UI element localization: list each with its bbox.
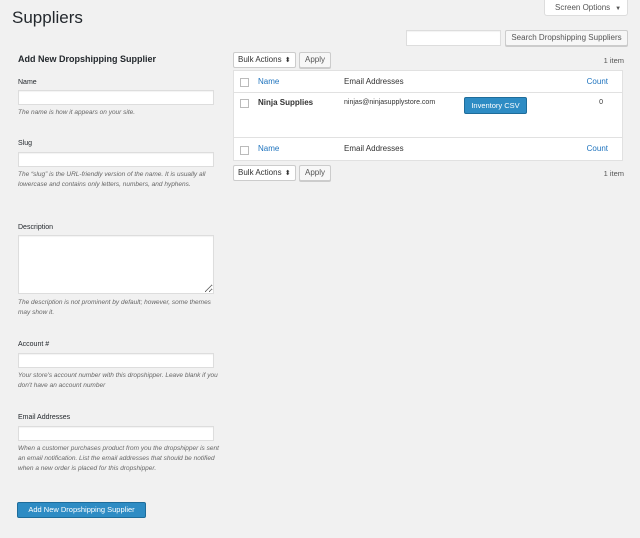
slug-help: The “slug” is the URL-friendly version o…	[18, 171, 206, 188]
column-footer-name[interactable]: Name	[258, 144, 279, 153]
search-input[interactable]	[406, 30, 501, 46]
account-input[interactable]	[18, 353, 214, 368]
bulk-actions-selected: Bulk Actions	[238, 55, 282, 64]
email-addresses-label: Email Addresses	[18, 414, 71, 421]
column-header-email-addresses: Email Addresses	[344, 77, 404, 86]
account-help: Your store's account number with this dr…	[18, 372, 218, 389]
bulk-actions-select-top[interactable]: Bulk Actions ⬍	[233, 52, 296, 68]
select-all-checkbox[interactable]	[240, 78, 249, 87]
slug-input[interactable]	[18, 152, 214, 167]
description-textarea[interactable]	[18, 235, 214, 294]
screen-options-button[interactable]: Screen Options ▼	[544, 0, 628, 16]
name-help: The name is how it appears on your site.	[18, 109, 136, 116]
select-all-checkbox-footer[interactable]	[240, 146, 249, 155]
bulk-actions-select-bottom[interactable]: Bulk Actions ⬍	[233, 165, 296, 181]
email-addresses-input[interactable]	[18, 426, 214, 441]
email-addresses-help: When a customer purchases product from y…	[18, 445, 219, 472]
name-input[interactable]	[18, 90, 214, 105]
bulk-actions-selected-bottom: Bulk Actions	[238, 168, 282, 177]
description-help: The description is not prominent by defa…	[18, 299, 211, 316]
form-title: Add New Dropshipping Supplier	[18, 54, 156, 64]
screen-options-label: Screen Options	[555, 3, 611, 12]
select-arrows-icon: ⬍	[284, 170, 291, 177]
supplier-name-link[interactable]: Ninja Supplies	[258, 98, 313, 107]
column-header-name[interactable]: Name	[258, 77, 279, 86]
inventory-csv-button[interactable]: Inventory CSV	[464, 97, 527, 114]
apply-button-top[interactable]: Apply	[299, 52, 331, 68]
item-count-top: 1 item	[603, 56, 624, 65]
slug-label: Slug	[18, 140, 33, 147]
description-label: Description	[18, 224, 54, 231]
column-footer-count[interactable]: Count	[587, 144, 608, 153]
item-count-bottom: 1 item	[603, 169, 624, 178]
select-arrows-icon: ⬍	[284, 57, 291, 64]
column-header-count[interactable]: Count	[587, 77, 608, 86]
supplier-email: ninjas@ninjasupplystore.com	[344, 99, 436, 106]
row-checkbox[interactable]	[240, 99, 249, 108]
column-footer-email-addresses: Email Addresses	[344, 144, 404, 153]
search-suppliers-button[interactable]: Search Dropshipping Suppliers	[505, 30, 628, 46]
apply-button-bottom[interactable]: Apply	[299, 165, 331, 181]
caret-down-icon: ▼	[615, 6, 622, 12]
name-label: Name	[18, 79, 37, 86]
add-supplier-button[interactable]: Add New Dropshipping Supplier	[17, 502, 146, 518]
account-label: Account #	[18, 341, 50, 348]
supplier-count-link[interactable]: 0	[599, 99, 603, 106]
page-title: Suppliers	[12, 8, 83, 27]
suppliers-table: Name Email Addresses Count Ninja Supplie…	[233, 70, 623, 161]
